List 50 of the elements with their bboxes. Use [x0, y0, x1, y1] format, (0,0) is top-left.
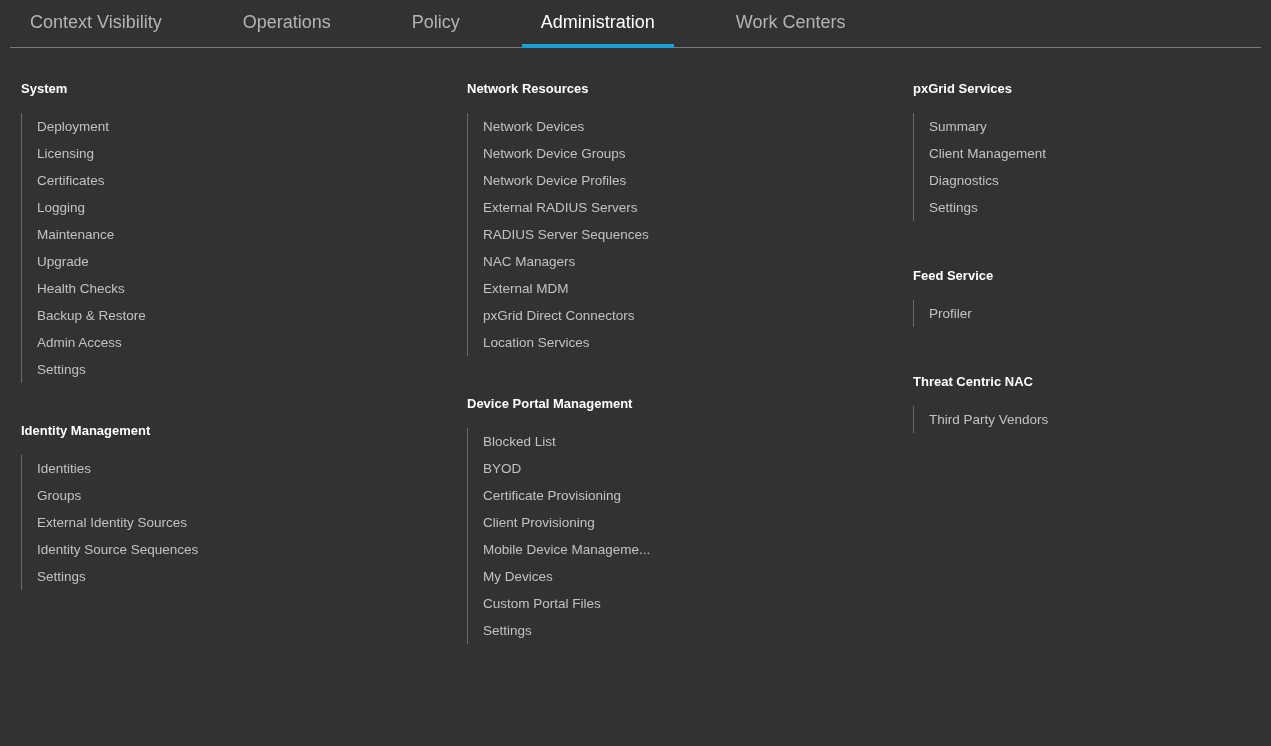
menu-link[interactable]: Certificate Provisioning — [483, 482, 913, 509]
menu-link[interactable]: Certificates — [37, 167, 467, 194]
section-heading: System — [21, 80, 69, 97]
menu-link[interactable]: Identity Source Sequences — [37, 536, 467, 563]
menu-link[interactable]: Settings — [37, 563, 467, 590]
section-heading: Feed Service — [913, 267, 995, 284]
menu-link[interactable]: Third Party Vendors — [929, 406, 1253, 433]
menu-link[interactable]: External MDM — [483, 275, 913, 302]
menu-link[interactable]: Mobile Device Manageme... — [483, 536, 913, 563]
menu-link[interactable]: Admin Access — [37, 329, 467, 356]
menu-link[interactable]: Settings — [929, 194, 1253, 221]
menu-link[interactable]: Settings — [37, 356, 467, 383]
menu-link[interactable]: Diagnostics — [929, 167, 1253, 194]
nav-tab[interactable]: Context Visibility — [11, 0, 181, 47]
menu-link[interactable]: Client Management — [929, 140, 1253, 167]
section-heading: Network Resources — [467, 80, 590, 97]
menu-link[interactable]: Blocked List — [483, 428, 913, 455]
menu-link[interactable]: External Identity Sources — [37, 509, 467, 536]
menu-link[interactable]: pxGrid Direct Connectors — [483, 302, 913, 329]
menu-link[interactable]: Identities — [37, 455, 467, 482]
menu-link[interactable]: Deployment — [37, 113, 467, 140]
menu-link[interactable]: Location Services — [483, 329, 913, 356]
nav-tab[interactable]: Administration — [521, 0, 674, 47]
menu-link[interactable]: Health Checks — [37, 275, 467, 302]
menu-link[interactable]: Network Device Profiles — [483, 167, 913, 194]
menu-link[interactable]: Profiler — [929, 300, 1253, 327]
menu-link[interactable]: My Devices — [483, 563, 913, 590]
menu-link[interactable]: Network Devices — [483, 113, 913, 140]
menu-link[interactable]: Upgrade — [37, 248, 467, 275]
menu-link[interactable]: BYOD — [483, 455, 913, 482]
menu-link[interactable]: External RADIUS Servers — [483, 194, 913, 221]
menu-link[interactable]: Custom Portal Files — [483, 590, 913, 617]
menu-link[interactable]: RADIUS Server Sequences — [483, 221, 913, 248]
menu-link[interactable]: Groups — [37, 482, 467, 509]
section-heading: Threat Centric NAC — [913, 373, 1034, 390]
menu-link[interactable]: Settings — [483, 617, 913, 644]
menu-link[interactable]: NAC Managers — [483, 248, 913, 275]
section-heading: Identity Management — [21, 422, 152, 439]
nav-tab[interactable]: Work Centers — [716, 0, 865, 47]
menu-link[interactable]: Licensing — [37, 140, 467, 167]
menu-link[interactable]: Client Provisioning — [483, 509, 913, 536]
nav-tab[interactable]: Operations — [223, 0, 350, 47]
nav-tab[interactable]: Policy — [392, 0, 479, 47]
section-heading: pxGrid Services — [913, 80, 1013, 97]
menu-link[interactable]: Network Device Groups — [483, 140, 913, 167]
menu-link[interactable]: Summary — [929, 113, 1253, 140]
menu-link[interactable]: Maintenance — [37, 221, 467, 248]
menu-link[interactable]: Backup & Restore — [37, 302, 467, 329]
menu-link[interactable]: Logging — [37, 194, 467, 221]
section-heading: Device Portal Management — [467, 395, 634, 412]
